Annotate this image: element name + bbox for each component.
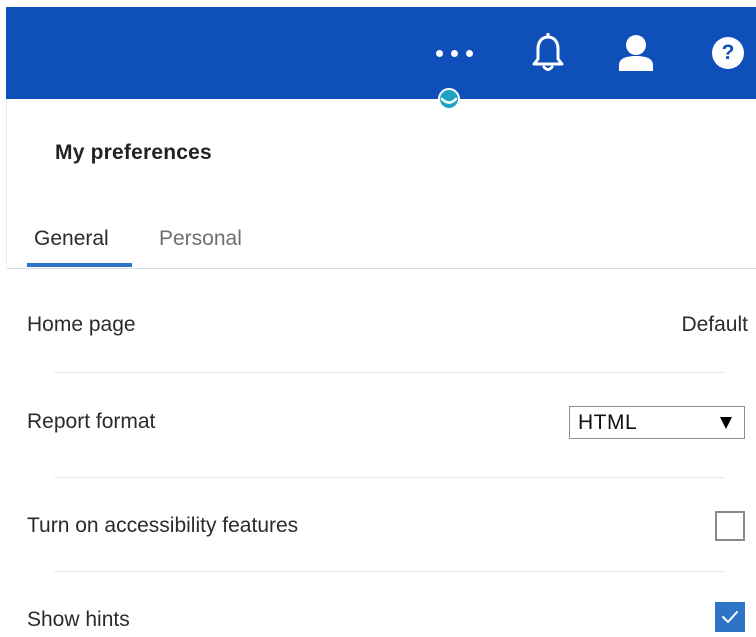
show-hints-label: Show hints [27, 608, 130, 631]
bell-icon[interactable] [516, 7, 580, 99]
accessibility-label: Turn on accessibility features [27, 514, 299, 537]
home-page-label: Home page [27, 313, 136, 336]
tab-bar: General Personal [6, 217, 756, 269]
divider [54, 372, 724, 373]
help-symbol: ? [712, 37, 744, 69]
top-app-bar: ? [6, 7, 756, 99]
accessibility-checkbox[interactable] [715, 511, 745, 541]
panel-title: My preferences [55, 141, 212, 164]
checkmark-icon [722, 611, 738, 623]
dropdown-arrow-icon [720, 417, 732, 429]
report-format-label: Report format [27, 410, 156, 433]
top-strip [0, 0, 756, 7]
more-options-icon[interactable] [416, 7, 492, 99]
preferences-panel: My preferences General Personal Home pag… [6, 99, 756, 637]
tab-personal[interactable]: Personal [159, 227, 242, 251]
home-page-value[interactable]: Default [681, 313, 748, 337]
user-icon[interactable] [604, 7, 668, 99]
active-tab-indicator [27, 263, 132, 267]
menu-pointer-icon [438, 88, 460, 110]
tab-general[interactable]: General [34, 227, 109, 251]
divider [54, 571, 724, 572]
report-format-value: HTML [578, 411, 638, 434]
divider [54, 477, 724, 478]
report-format-select[interactable]: HTML [569, 406, 745, 439]
help-icon[interactable]: ? [700, 7, 756, 99]
show-hints-checkbox[interactable] [715, 602, 745, 632]
preferences-page: ? My preferences General Personal Home p… [0, 0, 756, 637]
